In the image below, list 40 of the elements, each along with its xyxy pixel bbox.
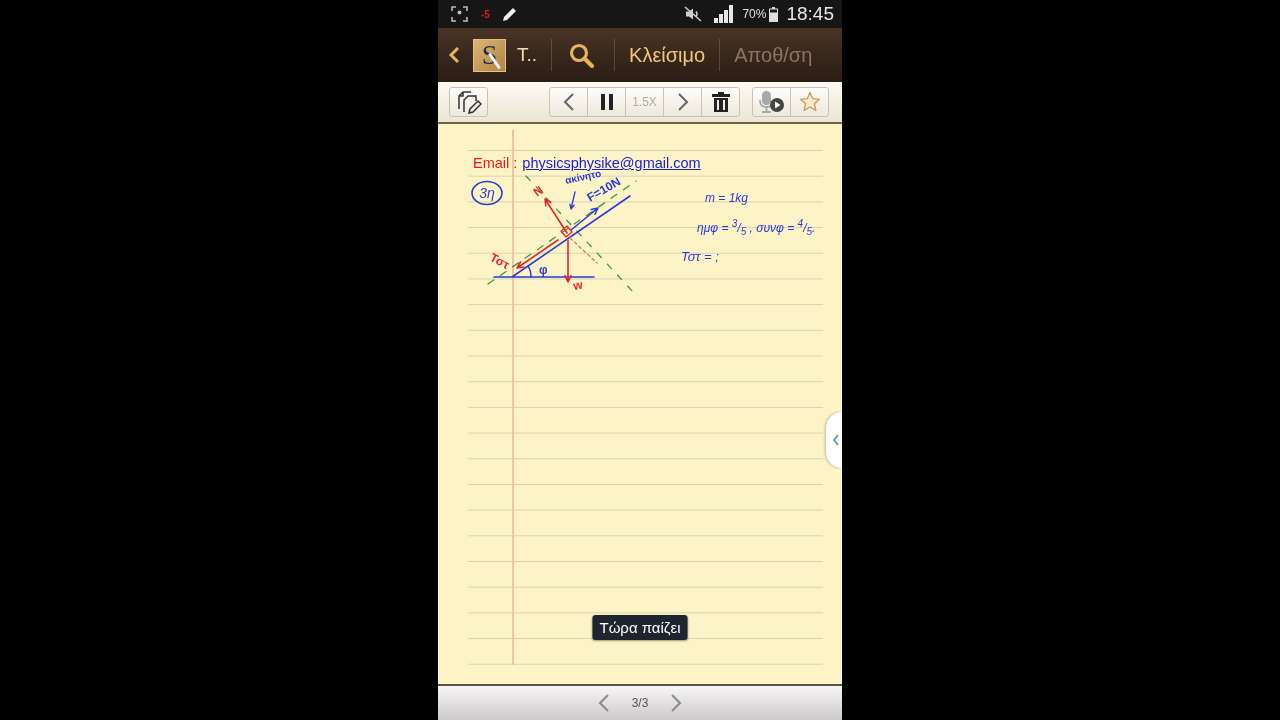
side-panel-handle[interactable] <box>826 412 842 468</box>
screenshot-icon <box>451 6 468 22</box>
exercise-number: 3η <box>471 180 503 206</box>
pause-icon <box>600 94 613 110</box>
pages-pencil-icon <box>455 90 482 114</box>
now-playing-toast: Τώρα παίζει <box>592 615 688 640</box>
battery-icon <box>769 6 779 22</box>
chevron-left-icon <box>832 434 839 446</box>
microphone-play-icon <box>758 90 785 114</box>
notification-text: -5 <box>481 8 490 20</box>
page-indicator: 3/3 <box>631 696 649 710</box>
next-page-icon[interactable] <box>670 693 683 713</box>
mute-icon <box>684 6 703 22</box>
delete-button[interactable] <box>701 87 740 117</box>
back-icon[interactable] <box>448 46 460 64</box>
clock: 18:45 <box>786 3 834 25</box>
previous-button[interactable] <box>549 87 588 117</box>
battery-percent: 70% <box>742 7 767 21</box>
previous-page-icon[interactable] <box>597 693 610 713</box>
voice-play-button[interactable] <box>752 87 791 117</box>
diagram-label: φ <box>539 263 548 277</box>
handwritten-note: m = 1kg <box>705 190 749 207</box>
chevron-left-icon <box>562 92 575 112</box>
action-button[interactable]: Κλείσιμο <box>629 43 706 67</box>
signal-icon <box>714 5 735 23</box>
diagram-label: N <box>530 183 546 200</box>
star-icon <box>798 91 821 113</box>
diagram-label: w <box>572 277 584 293</box>
diagram-label: Τστ <box>487 250 512 273</box>
pencil-icon <box>501 6 518 22</box>
next-button[interactable] <box>663 87 702 117</box>
chevron-right-icon <box>676 92 689 112</box>
trash-icon <box>711 92 730 112</box>
note-title: T.. <box>517 44 538 66</box>
handwritten-note: ημφ = $^{3}$/$_{5}$ , συνφ = $^{4}$/$_{5}$. <box>697 217 816 240</box>
handwritten-note: Τστ = ; <box>681 248 719 267</box>
email-label: Email : <box>473 154 518 173</box>
edit-button[interactable] <box>449 87 488 117</box>
pause-button[interactable] <box>587 87 626 117</box>
search-icon[interactable] <box>569 42 595 68</box>
